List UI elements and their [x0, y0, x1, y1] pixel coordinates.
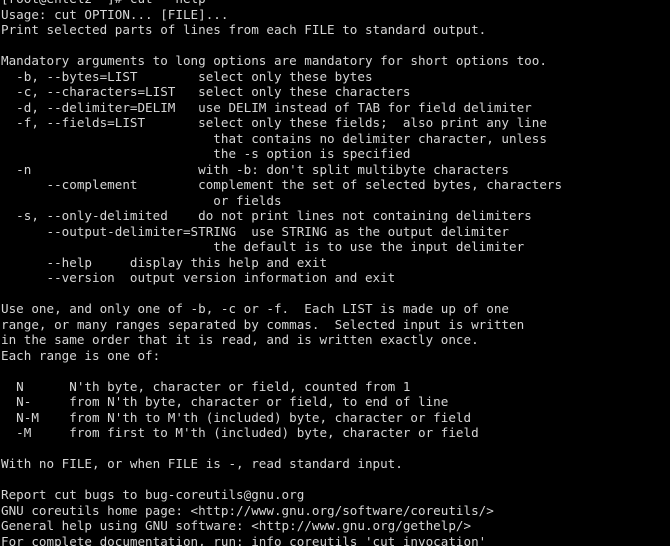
terminal-line-range-m: -M from first to M'th (included) byte, c… [1, 425, 479, 440]
terminal-line-bug-report: Report cut bugs to bug-coreutils@gnu.org [1, 487, 305, 502]
terminal-line-blank-5 [1, 472, 670, 488]
terminal-line-home-page: GNU coreutils home page: <http://www.gnu… [1, 502, 494, 518]
terminal-line-usage-note-3: in the same order that it is read, and i… [1, 332, 479, 347]
terminal-line-range-n-m: N-M from N'th to M'th (included) byte, c… [1, 409, 472, 425]
terminal-line-usage-note-1: Use one, and only one of -b, -c or -f. E… [1, 301, 509, 316]
terminal-line-blank-2 [1, 286, 670, 302]
terminal-line-option-version: --version output version information and… [1, 270, 396, 285]
terminal-line-range-n-open: N- from N'th byte, character or field, t… [1, 394, 449, 409]
terminal-line-documentation: For complete documentation, run: info co… [1, 533, 487, 546]
terminal-line-option-complement: --complement complement the set of selec… [1, 177, 563, 192]
terminal-line-stdin-note: With no FILE, or when FILE is -, read st… [1, 456, 403, 471]
terminal-line-option-fields: -f, --fields=LIST select only these fiel… [1, 115, 547, 130]
terminal-line-usage-note-4: Each range is one of: [1, 347, 161, 363]
terminal-line-option-output-delimiter: --output-delimiter=STRING use STRING as … [1, 223, 509, 239]
terminal-line-blank-3 [1, 363, 670, 379]
terminal-line-option-n: -n with -b: don't split multibyte charac… [1, 161, 509, 177]
terminal-line-option-characters: -c, --characters=LIST select only these … [1, 84, 411, 99]
terminal-line-option-complement-cont: or fields [1, 192, 282, 208]
terminal-window[interactable]: [root@entel2 ~]# cut --help Usage: cut O… [0, 0, 670, 546]
terminal-line-mandatory-note: Mandatory arguments to long options are … [1, 53, 547, 68]
terminal-line-usage: Usage: cut OPTION... [FILE]... [1, 6, 229, 22]
terminal-line-option-output-delimiter-cont: the default is to use the input delimite… [1, 239, 525, 254]
terminal-line-description: Print selected parts of lines from each … [1, 22, 487, 37]
terminal-line-blank-4 [1, 441, 670, 457]
terminal-line-general-help: General help using GNU software: <http:/… [1, 518, 472, 533]
terminal-line-blank-1 [1, 38, 670, 54]
terminal-line-option-help: --help display this help and exit [1, 254, 328, 270]
terminal-line-range-n: N N'th byte, character or field, counted… [1, 378, 411, 394]
terminal-line-option-fields-cont-2: the -s option is specified [1, 146, 411, 161]
terminal-line-option-fields-cont-1: that contains no delimiter character, un… [1, 130, 547, 146]
terminal-line-option-only-delimited: -s, --only-delimited do not print lines … [1, 208, 532, 223]
terminal-line-option-delimiter: -d, --delimiter=DELIM use DELIM instead … [1, 99, 532, 115]
terminal-line-option-bytes: -b, --bytes=LIST select only these bytes [1, 68, 373, 84]
terminal-line-usage-note-2: range, or many ranges separated by comma… [1, 316, 525, 332]
terminal-screen: [root@entel2 ~]# cut --help Usage: cut O… [1, 0, 670, 546]
